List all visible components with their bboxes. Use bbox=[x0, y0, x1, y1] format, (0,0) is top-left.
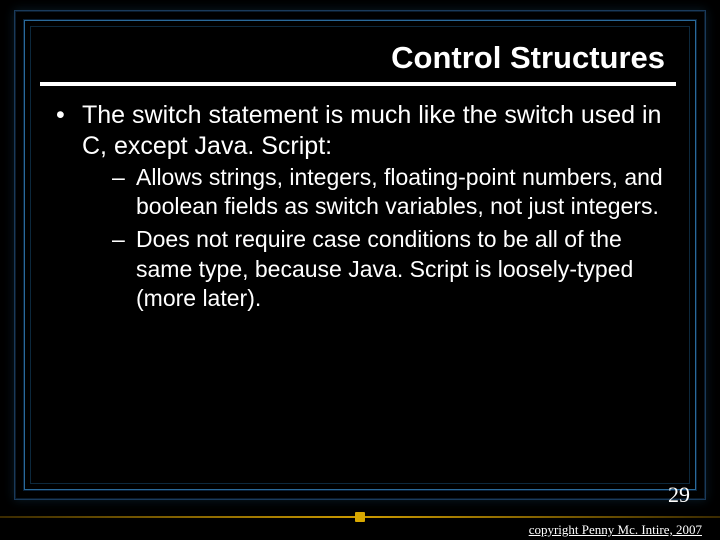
bottom-divider bbox=[0, 516, 720, 518]
keyword-switch-2: switch bbox=[504, 101, 573, 129]
sub-bullet-list: Allows strings, integers, floating-point… bbox=[82, 163, 670, 314]
slide-body: The switch statement is much like the sw… bbox=[50, 100, 670, 314]
copyright-text: copyright Penny Mc. Intire, 2007 bbox=[529, 522, 702, 538]
bullet-text-mid: statement is much like the bbox=[202, 101, 505, 129]
sub-bullet-1-text: Allows strings, integers, floating-point… bbox=[136, 164, 663, 219]
keyword-switch-1: switch bbox=[132, 101, 201, 129]
bullet-text-pre: The bbox=[82, 101, 132, 129]
sub-bullet-1: Allows strings, integers, floating-point… bbox=[108, 163, 670, 222]
slide-number: 29 bbox=[668, 482, 690, 508]
bullet-level-1: The switch statement is much like the sw… bbox=[50, 100, 670, 314]
sub-bullet-2: Does not require case conditions to be a… bbox=[108, 225, 670, 313]
slide-title: Control Structures bbox=[50, 40, 670, 82]
sub-bullet-2-text: Does not require case conditions to be a… bbox=[136, 226, 633, 311]
slide-content: Control Structures The switch statement … bbox=[50, 40, 670, 470]
title-underline bbox=[40, 82, 676, 86]
slide: Control Structures The switch statement … bbox=[0, 0, 720, 540]
